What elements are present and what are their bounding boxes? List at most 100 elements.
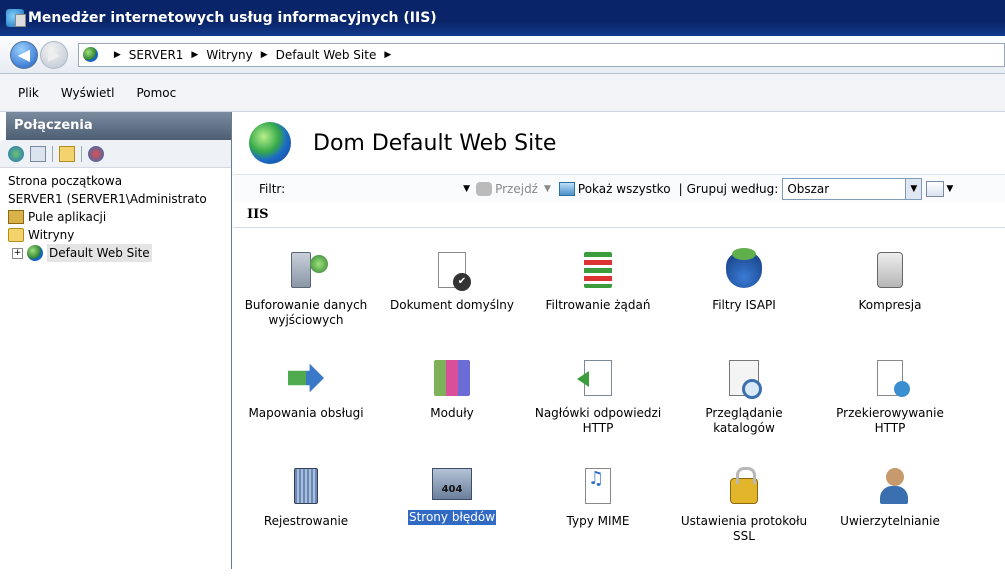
feature-label: Kompresja [858, 298, 922, 312]
request-filtering-icon [584, 252, 612, 288]
breadcrumb-arrow-icon[interactable]: ▶ [114, 50, 121, 60]
features-view: Dom Default Web Site Filtr: ▼ Przejdź ▼ … [233, 112, 1005, 569]
feature-label: Nagłówki odpowiedzi HTTP [534, 406, 662, 435]
tree-label: Strona początkowa [8, 174, 123, 188]
feature-modules[interactable]: Moduły [379, 360, 525, 468]
group-heading: IIS [233, 202, 1005, 228]
tree-label: Pule aplikacji [28, 210, 107, 224]
compression-icon [877, 252, 903, 288]
feature-label: Filtrowanie żądań [545, 298, 651, 312]
breadcrumb-arrow-icon[interactable]: ▶ [191, 50, 198, 60]
breadcrumb-site[interactable]: Default Web Site [276, 48, 377, 62]
breadcrumb-arrow-icon[interactable]: ▶ [384, 50, 391, 60]
save-icon[interactable] [30, 145, 46, 162]
view-mode-icon[interactable] [926, 180, 945, 197]
view-dropdown-icon[interactable]: ▼ [946, 184, 953, 194]
feature-label: Ustawienia protokołu SSL [680, 514, 808, 543]
back-button[interactable]: ◀ [10, 40, 38, 69]
breadcrumb[interactable]: ▶ SERVER1 ▶ Witryny ▶ Default Web Site ▶ [77, 42, 1005, 67]
feature-grid: Buforowanie danych wyjściowych Dokument … [233, 248, 993, 576]
connections-title: Połączenia [0, 112, 231, 140]
isapi-filters-icon [726, 248, 762, 288]
filter-dropdown-icon[interactable]: ▼ [463, 184, 470, 194]
group-by-label: Grupuj według: [686, 181, 779, 196]
expand-icon[interactable]: + [12, 247, 23, 259]
http-redirect-icon [877, 360, 910, 397]
feature-http-redirect[interactable]: Przekierowywanie HTTP [817, 360, 963, 468]
group-by-select[interactable]: Obszar ▼ [782, 177, 923, 200]
lock-icon [730, 467, 758, 504]
feature-http-response-headers[interactable]: Nagłówki odpowiedzi HTTP [525, 360, 671, 468]
filter-bar: Filtr: ▼ Przejdź ▼ Pokaż wszystko | Grup… [233, 174, 1005, 202]
response-headers-icon [577, 360, 612, 396]
feature-request-filtering[interactable]: Filtrowanie żądań [525, 252, 671, 360]
menu-view[interactable]: Wyświetl [61, 86, 115, 100]
feature-label: Typy MIME [566, 514, 630, 528]
directory-browsing-icon [729, 360, 762, 399]
feature-label: Dokument domyślny [389, 298, 514, 312]
error-pages-icon: 404 [432, 468, 472, 500]
feature-handler-mappings[interactable]: Mapowania obsługi [233, 360, 379, 468]
breadcrumb-server[interactable]: SERVER1 [129, 48, 184, 62]
feature-mime-types[interactable]: Typy MIME [525, 468, 671, 576]
page-header: Dom Default Web Site [233, 112, 1005, 174]
feature-logging[interactable]: Rejestrowanie [233, 468, 379, 576]
connections-panel: Połączenia Strona początkowa SERVER1 (SE… [0, 112, 232, 569]
tree-item-default-site[interactable]: + Default Web Site [8, 244, 231, 262]
feature-error-pages[interactable]: 404 Strony błędów [379, 468, 525, 576]
connect-icon[interactable] [8, 145, 24, 162]
toolbar-separator [52, 145, 53, 162]
feature-output-caching[interactable]: Buforowanie danych wyjściowych [233, 252, 379, 360]
disconnect-icon[interactable] [88, 145, 104, 162]
output-caching-icon [291, 252, 328, 288]
feature-directory-browsing[interactable]: Przeglądanie katalogów [671, 360, 817, 468]
globe-icon [27, 245, 43, 261]
toolbar-separator [81, 145, 82, 162]
tree-item-pools[interactable]: Pule aplikacji [8, 208, 231, 226]
feature-isapi-filters[interactable]: Filtry ISAPI [671, 248, 817, 360]
binoculars-icon [476, 181, 493, 196]
tree-label: Witryny [28, 228, 75, 242]
show-all-icon [558, 181, 575, 196]
window-title: Menedżer internetowych usług informacyjn… [28, 10, 437, 26]
connections-toolbar [0, 140, 231, 168]
tree-item-start[interactable]: Strona początkowa [8, 172, 231, 190]
menu-bar: Plik Wyświetl Pomoc [0, 74, 1005, 112]
globe-icon [249, 122, 291, 164]
chevron-down-icon[interactable]: ▼ [905, 178, 922, 199]
user-lock-icon [872, 468, 908, 504]
menu-help[interactable]: Pomoc [136, 86, 176, 100]
feature-authentication[interactable]: Uwierzytelnianie [817, 468, 963, 576]
up-folder-icon[interactable] [59, 145, 75, 162]
feature-label: Uwierzytelnianie [840, 514, 940, 528]
feature-default-document[interactable]: Dokument domyślny [379, 252, 525, 360]
feature-label: Mapowania obsługi [248, 406, 364, 420]
feature-label: Przeglądanie katalogów [705, 406, 783, 435]
go-dropdown-icon[interactable]: ▼ [544, 184, 551, 194]
globe-icon [82, 47, 98, 62]
tree-item-sites[interactable]: Witryny [8, 226, 231, 244]
filter-input[interactable] [305, 179, 455, 199]
feature-label-selected: Strony błędów [406, 509, 498, 526]
folder-icon [8, 228, 24, 242]
connections-tree: Strona początkowa SERVER1 (SERVER1\Admin… [0, 168, 231, 262]
toolbar-separator: | [678, 181, 683, 196]
show-all-button[interactable]: Pokaż wszystko [558, 181, 671, 196]
logging-icon [294, 468, 318, 504]
feature-label: Filtry ISAPI [712, 298, 776, 312]
mime-types-icon [585, 468, 611, 504]
tree-item-server[interactable]: SERVER1 (SERVER1\Administrato [8, 190, 231, 208]
tree-label: SERVER1 (SERVER1\Administrato [8, 192, 207, 206]
feature-compression[interactable]: Kompresja [817, 252, 963, 360]
default-document-icon [438, 252, 471, 291]
go-button[interactable]: Przejdź ▼ [476, 181, 551, 196]
breadcrumb-sites[interactable]: Witryny [206, 48, 252, 62]
page-title: Dom Default Web Site [313, 130, 557, 156]
breadcrumb-arrow-icon[interactable]: ▶ [261, 50, 268, 60]
forward-button[interactable]: ▶ [39, 40, 68, 69]
menu-file[interactable]: Plik [18, 86, 39, 100]
filter-label: Filtr: [259, 181, 286, 196]
feature-ssl-settings[interactable]: Ustawienia protokołu SSL [671, 467, 817, 576]
feature-label: Rejestrowanie [263, 514, 349, 528]
feature-label: Moduły [430, 406, 474, 420]
